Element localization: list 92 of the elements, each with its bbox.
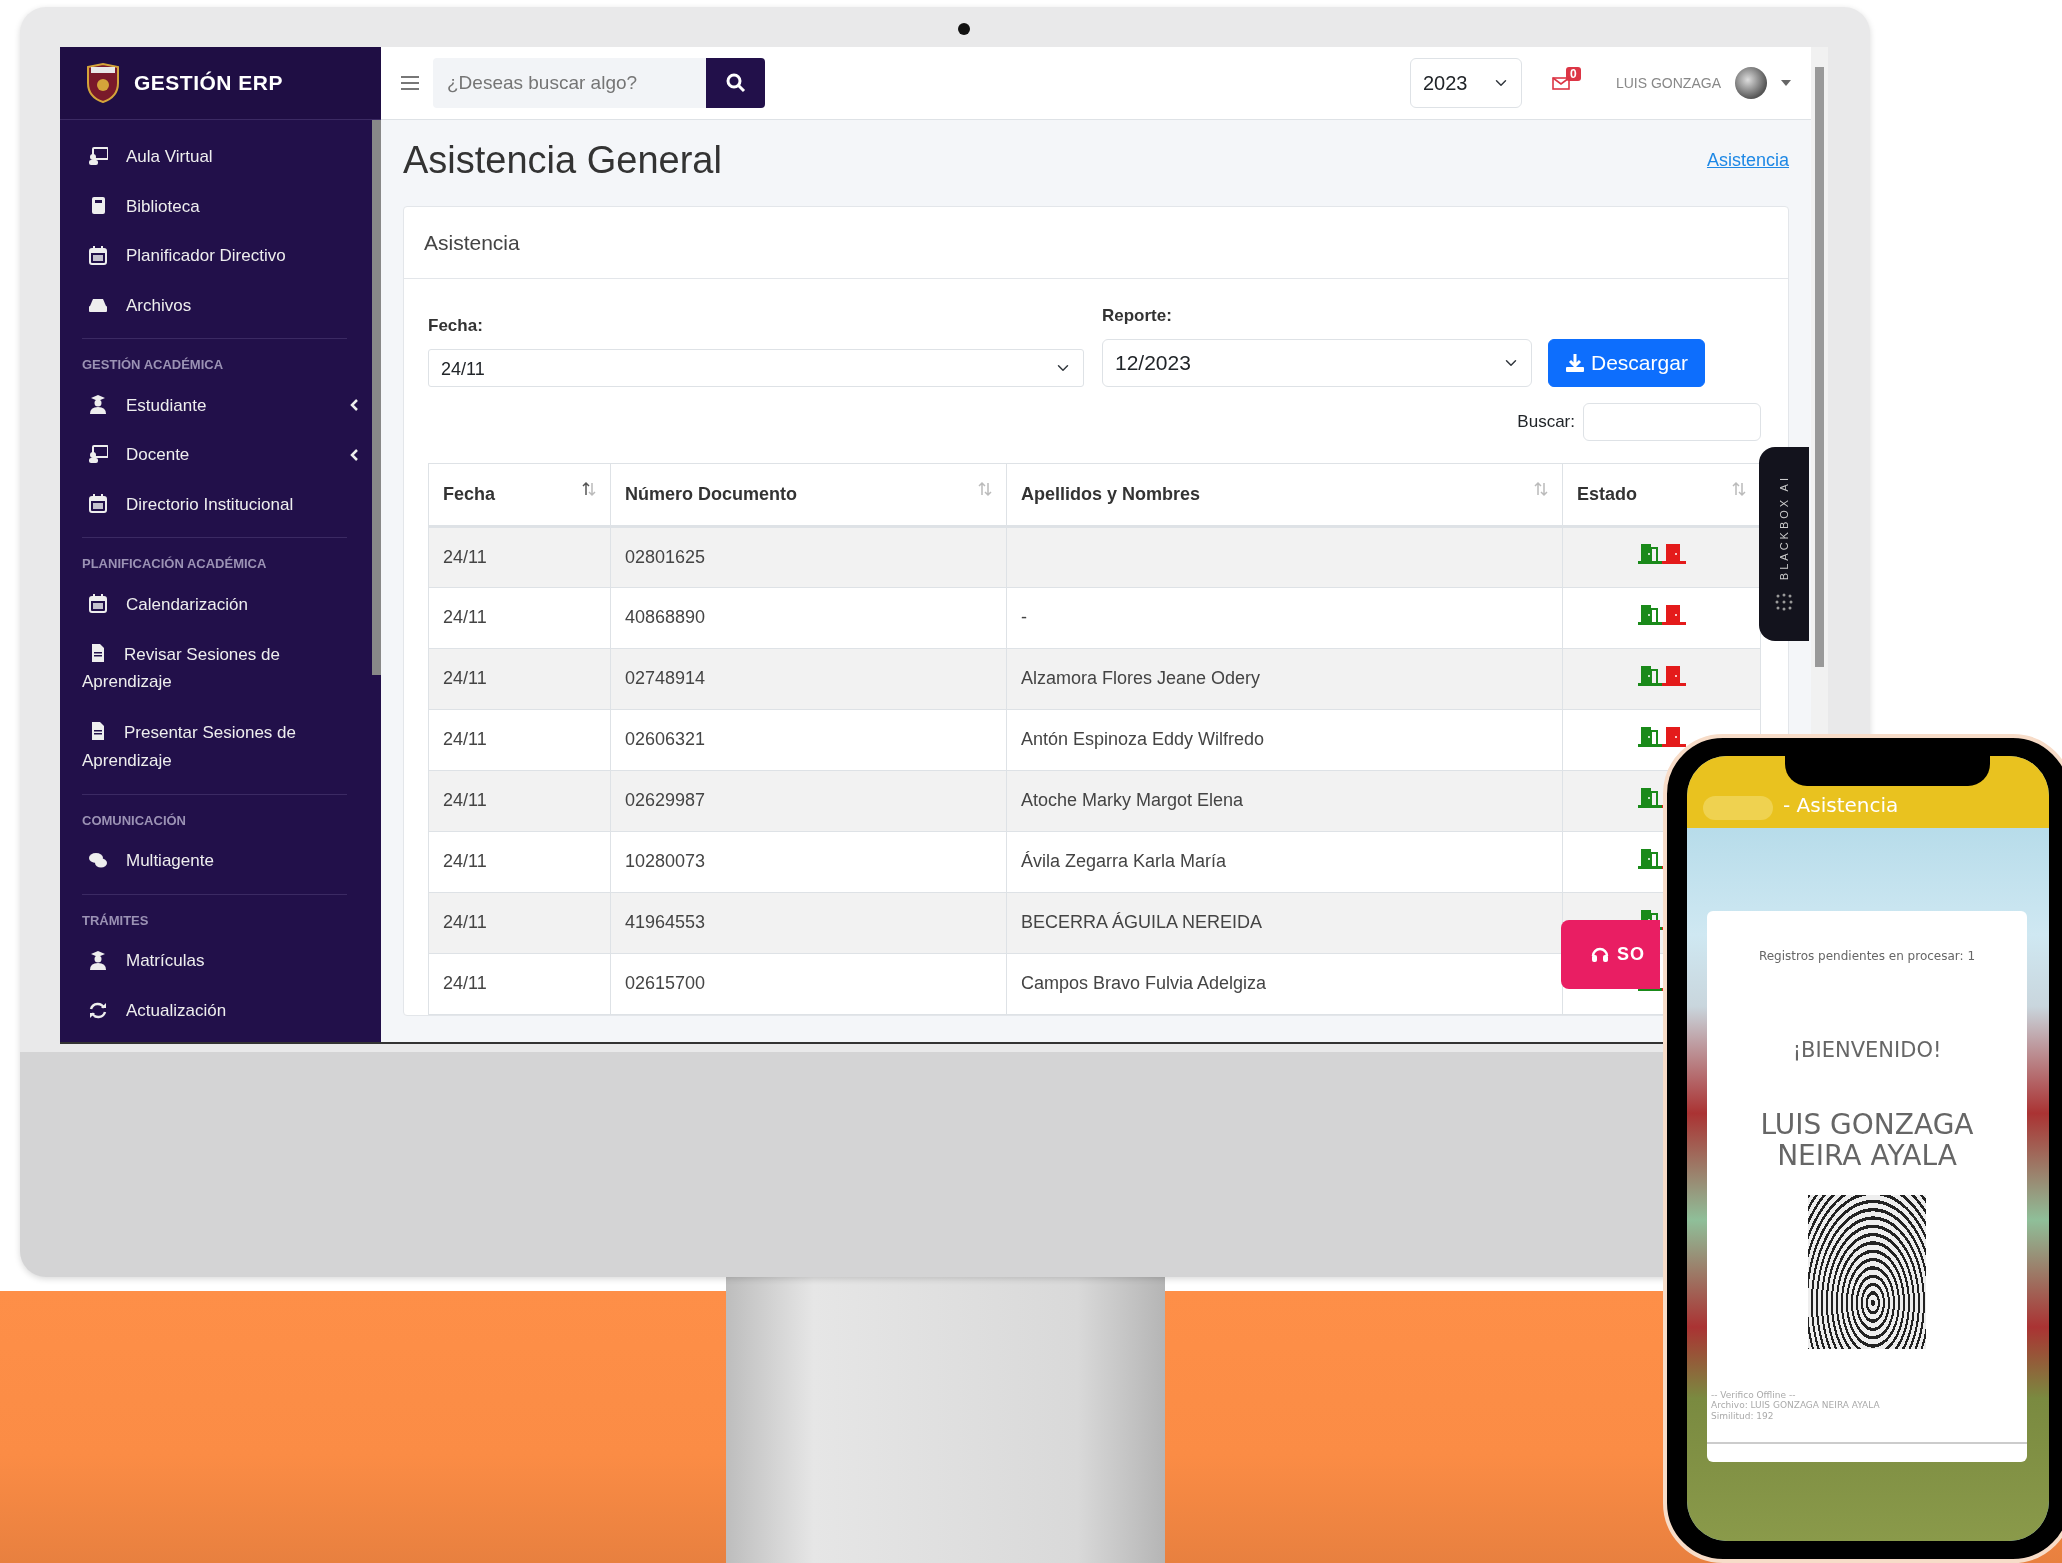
table-cell: 24/11 xyxy=(428,892,611,954)
blurred-logo xyxy=(1703,796,1773,820)
date-select[interactable]: 24/11 xyxy=(428,348,1084,387)
sidebar-item[interactable]: Calendarización xyxy=(88,579,359,629)
door-icon xyxy=(1637,542,1662,565)
report-select[interactable]: 12/2023 xyxy=(1102,338,1532,387)
section-heading: TRÁMITES xyxy=(82,911,150,930)
door-icon xyxy=(1637,785,1662,808)
support-button[interactable]: SO xyxy=(1561,920,1660,989)
pending-records-text: Registros pendientes en procesar: 1 xyxy=(1758,948,1976,965)
door-icon xyxy=(1637,602,1662,625)
user-full-name: LUIS GONZAGA NEIRA AYALA xyxy=(1759,1108,1975,1172)
door-icon xyxy=(1661,724,1686,747)
card-title: Asistencia xyxy=(404,206,1788,280)
page-title: Asistencia General xyxy=(403,138,722,183)
sync-icon xyxy=(88,1000,108,1021)
user-name[interactable]: LUIS GONZAGA xyxy=(1615,72,1721,94)
sidebar-item[interactable]: Matrículas xyxy=(88,936,359,986)
headset-icon xyxy=(1591,945,1609,964)
table-cell: BECERRA ÁGUILA NEREIDA xyxy=(1006,892,1563,954)
table-cell: 02801625 xyxy=(610,526,1007,588)
sidebar-item[interactable]: Revisar Sesiones de Aprendizaje xyxy=(82,629,359,708)
field-label: Fecha: xyxy=(428,315,484,338)
sidebar-item[interactable]: Actualización xyxy=(88,985,359,1036)
search-field[interactable]: ¿Deseas buscar algo? xyxy=(433,58,706,108)
section-heading: PLANIFICACIÓN ACADÉMICA xyxy=(82,555,268,573)
section-heading: COMUNICACIÓN xyxy=(82,811,187,830)
search-field[interactable] xyxy=(1583,402,1761,441)
calendar-icon xyxy=(88,245,108,266)
sidebar-item[interactable]: Presentar Sesiones de Aprendizaje xyxy=(82,707,359,786)
verification-text: Similitud: 192 xyxy=(1711,1411,1775,1422)
sidebar-item[interactable]: Estudiante xyxy=(88,380,359,430)
table-cell: 40868890 xyxy=(610,587,1007,649)
table-cell: Alzamora Flores Jeane Odery xyxy=(1006,648,1563,710)
table-cell: Ávila Zegarra Karla María xyxy=(1006,831,1563,893)
table-cell: - xyxy=(1006,587,1563,649)
chalkboard-icon xyxy=(88,146,108,167)
door-icon xyxy=(1661,542,1686,565)
table-cell: 24/11 xyxy=(428,526,611,588)
assistant-side-tab[interactable]: BLACKBOX AI xyxy=(1759,447,1809,641)
sidebar-item[interactable]: Planificador Directivo xyxy=(88,231,359,281)
envelope-icon[interactable] xyxy=(1551,77,1570,90)
sidebar-item[interactable]: Multiagente xyxy=(88,836,359,886)
sidebar-item[interactable]: Biblioteca xyxy=(88,181,359,231)
menu-icon[interactable] xyxy=(401,76,419,90)
sidebar-item[interactable]: Directorio Institucional xyxy=(88,479,359,529)
table-cell: 24/11 xyxy=(428,953,611,1015)
sidebar-item[interactable]: Archivos xyxy=(88,280,359,330)
sidebar-item[interactable]: Docente xyxy=(88,430,359,480)
table-cell: 24/11 xyxy=(428,587,611,649)
table-cell: 24/11 xyxy=(428,770,611,832)
camera-dot xyxy=(958,23,970,35)
field-label: Reporte: xyxy=(1102,305,1173,328)
calendar-icon xyxy=(88,594,108,615)
door-icon xyxy=(1637,846,1662,869)
brand-name: GESTIÓN ERP xyxy=(134,70,284,97)
door-icon xyxy=(1661,602,1686,625)
sidebar-item[interactable]: Aula Virtual xyxy=(88,132,359,182)
table-cell: 02606321 xyxy=(610,709,1007,771)
sort-icon[interactable] xyxy=(582,480,596,497)
calendar-icon xyxy=(88,494,108,515)
year-select[interactable]: 2023 xyxy=(1409,58,1522,108)
door-icon xyxy=(1661,663,1686,686)
verification-text: Archivo: LUIS GONZAGA NEIRA AYALA xyxy=(1711,1400,1881,1412)
table-cell: 24/11 xyxy=(428,709,611,771)
table-cell: 41964553 xyxy=(610,892,1007,954)
graduate-icon xyxy=(88,951,108,971)
download-icon xyxy=(1565,352,1585,373)
search-icon xyxy=(725,73,746,93)
shield-logo-icon xyxy=(86,63,120,103)
table-cell: 24/11 xyxy=(428,648,611,710)
door-icon xyxy=(1637,724,1662,747)
graduate-icon xyxy=(88,395,108,416)
welcome-text: ¡BIENVENIDO! xyxy=(1792,1037,1942,1064)
door-icon xyxy=(1637,663,1662,686)
caret-icon[interactable] xyxy=(1781,80,1791,86)
table-cell: 02615700 xyxy=(610,953,1007,1015)
download-button[interactable]: Descargar xyxy=(1548,338,1705,387)
table-cell: 02629987 xyxy=(610,770,1007,832)
user-avatar[interactable] xyxy=(1735,67,1767,99)
header-title: - Asistencia xyxy=(1783,792,1899,819)
section-heading: GESTIÓN ACADÉMICA xyxy=(82,356,225,374)
chalkboard-icon xyxy=(88,444,108,465)
table-cell: 24/11 xyxy=(428,831,611,893)
verification-text: -- Verifico Offline -- xyxy=(1711,1389,1797,1401)
table-cell: Atoche Marky Margot Elena xyxy=(1006,770,1563,832)
notification-badge: 0 xyxy=(1565,67,1581,81)
field-label: Buscar: xyxy=(1517,410,1575,433)
table-cell: 02748914 xyxy=(610,648,1007,710)
table-cell: 10280073 xyxy=(610,831,1007,893)
search-button[interactable] xyxy=(706,58,765,108)
table-cell: Antón Espinoza Eddy Wilfredo xyxy=(1006,709,1563,771)
